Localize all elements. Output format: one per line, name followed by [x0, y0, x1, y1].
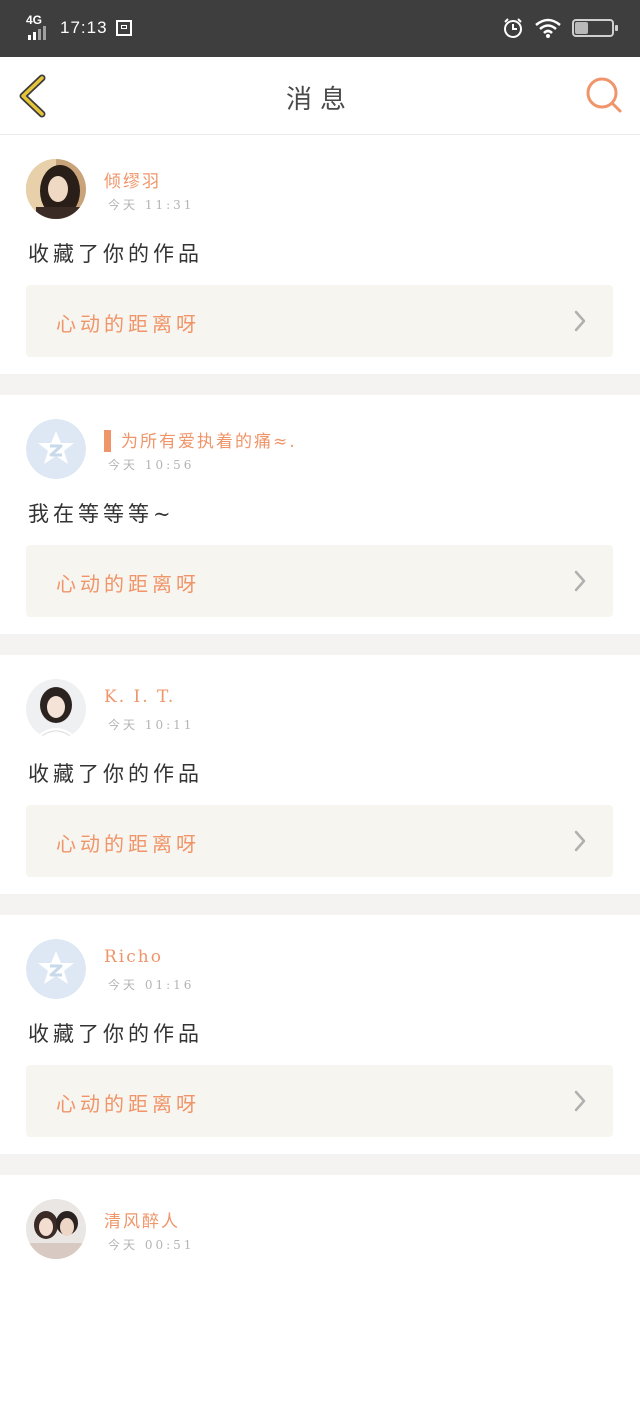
work-title: 心动的距离呀: [56, 832, 200, 856]
work-card[interactable]: 心动的距离呀: [26, 805, 613, 877]
message-time: 今天 10:56: [108, 458, 195, 472]
message-list: 倾缪羽 今天 11:31 收藏了你的作品 心动的距离呀 为所有爱执着的痛≈. 今…: [0, 135, 640, 1414]
message-item: 为所有爱执着的痛≈. 今天 10:56 我在等等等~ 心动的距离呀: [0, 395, 640, 634]
status-bar: 4G 17:13 34: [0, 0, 640, 57]
search-icon: [586, 77, 618, 109]
image-notification-icon: [115, 20, 132, 36]
work-title: 心动的距离呀: [56, 312, 200, 336]
work-title: 心动的距离呀: [56, 572, 200, 596]
message-time: 今天 00:51: [108, 1238, 195, 1252]
chevron-right-icon: [574, 570, 586, 592]
sender-name[interactable]: 清风醉人: [104, 1207, 180, 1232]
message-time: 今天 11:31: [108, 198, 195, 212]
sender-name[interactable]: Richo: [104, 947, 163, 967]
message-time: 今天 01:16: [108, 978, 195, 992]
name-marker: [104, 430, 111, 452]
status-time: 17:13: [60, 18, 108, 37]
avatar[interactable]: [26, 159, 86, 219]
work-card[interactable]: 心动的距离呀: [26, 545, 613, 617]
network-type: 4G: [26, 13, 43, 27]
nav-bar: 消息: [0, 57, 640, 135]
wifi-icon: [535, 18, 561, 38]
cellular-signal-icon: 4G: [26, 14, 54, 42]
message-time: 今天 10:11: [108, 718, 195, 732]
divider: [0, 374, 640, 395]
chevron-right-icon: [574, 1090, 586, 1112]
battery-percent: 34: [587, 22, 599, 33]
sender-name-text: 为所有爱执着的痛≈.: [121, 432, 297, 452]
sender-name[interactable]: K. I. T.: [104, 687, 175, 707]
avatar[interactable]: [26, 939, 86, 999]
work-title: 心动的距离呀: [56, 1092, 200, 1116]
message-item: 倾缪羽 今天 11:31 收藏了你的作品 心动的距离呀: [0, 135, 640, 374]
status-bar-left: 4G 17:13: [26, 14, 132, 42]
message-item: Richo 今天 01:16 收藏了你的作品 心动的距离呀: [0, 915, 640, 1154]
message-item: K. I. T. 今天 10:11 收藏了你的作品 心动的距离呀: [0, 655, 640, 894]
divider: [0, 634, 640, 655]
status-bar-right: 34: [502, 14, 618, 42]
sender-name[interactable]: 倾缪羽: [104, 167, 161, 192]
avatar[interactable]: [26, 679, 86, 739]
search-button[interactable]: [584, 75, 624, 115]
divider: [0, 1154, 640, 1175]
message-text: 收藏了你的作品: [28, 1022, 203, 1046]
alarm-icon: [504, 18, 522, 38]
work-card[interactable]: 心动的距离呀: [26, 285, 613, 357]
message-text: 收藏了你的作品: [28, 242, 203, 266]
message-text: 我在等等等~: [28, 502, 175, 526]
chevron-right-icon: [574, 830, 586, 852]
chevron-right-icon: [574, 310, 586, 332]
divider: [0, 894, 640, 915]
work-card[interactable]: 心动的距离呀: [26, 1065, 613, 1137]
message-item: 清风醉人 今天 00:51: [0, 1175, 640, 1414]
page-title: 消息: [285, 85, 354, 115]
avatar[interactable]: [26, 1199, 86, 1259]
message-text: 收藏了你的作品: [28, 762, 203, 786]
avatar[interactable]: [26, 419, 86, 479]
battery-icon: 34: [572, 19, 618, 37]
sender-name[interactable]: 为所有爱执着的痛≈.: [104, 427, 297, 452]
